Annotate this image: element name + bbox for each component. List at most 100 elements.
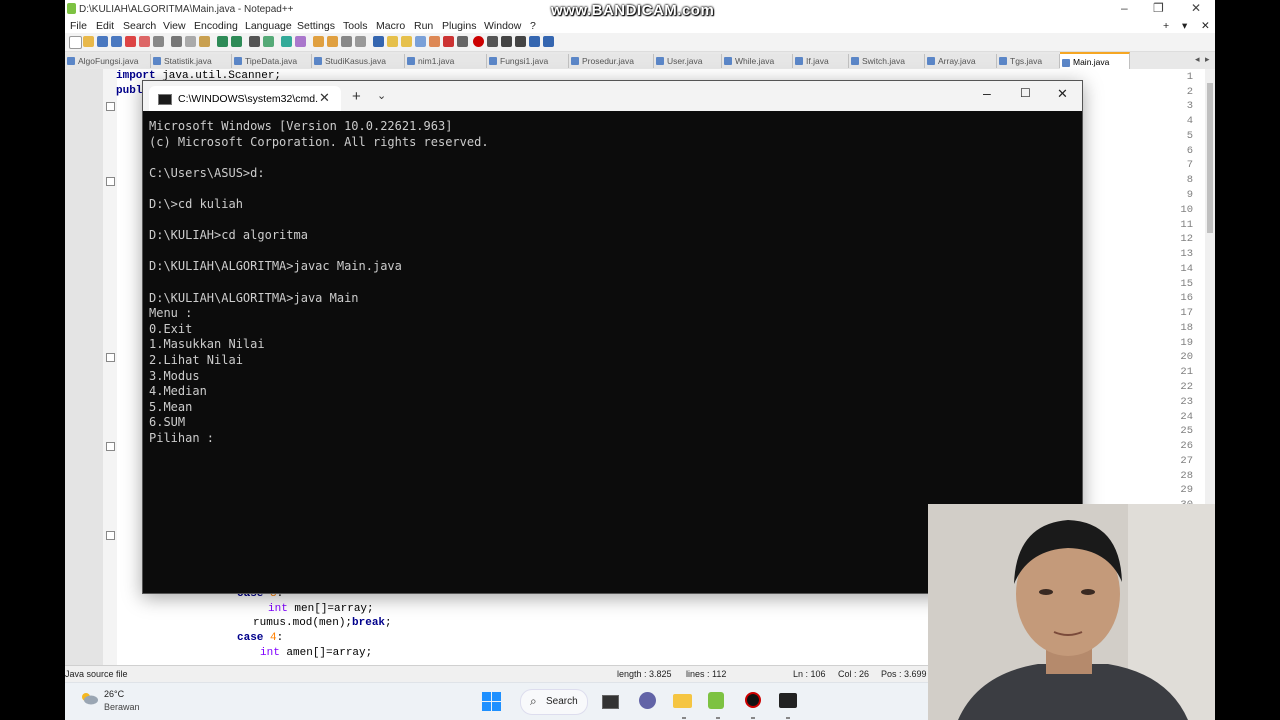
menu-tools[interactable]: Tools [343, 20, 368, 32]
menu-window[interactable]: Window [484, 20, 521, 32]
redo-icon[interactable] [231, 36, 242, 47]
folder-as-workspace-icon[interactable] [429, 36, 440, 47]
close-all-icon[interactable] [139, 36, 150, 47]
file-icon [795, 57, 803, 65]
console-line: D:\KULIAH\ALGORITMA>javac Main.java [149, 259, 402, 274]
close-icon[interactable]: ✕ [1191, 1, 1201, 15]
copy-icon[interactable] [185, 36, 196, 47]
show-all-chars-icon[interactable] [355, 36, 366, 47]
save-icon[interactable] [97, 36, 108, 47]
tab-while[interactable]: While.java [722, 54, 793, 68]
find-icon[interactable] [249, 36, 260, 47]
tab-main[interactable]: Main.java [1060, 52, 1130, 69]
tab-user[interactable]: User.java [654, 54, 722, 68]
save-all-icon[interactable] [111, 36, 122, 47]
tab-nim1[interactable]: nim1.java [405, 54, 487, 68]
save-macro-icon[interactable] [529, 36, 540, 47]
fold-toggle-icon[interactable] [106, 353, 115, 362]
fold-toggle-icon[interactable] [106, 442, 115, 451]
cmd-close-icon[interactable]: ✕ [1057, 86, 1068, 102]
terminal-icon[interactable] [779, 693, 797, 708]
restore-icon[interactable]: ❐ [1153, 1, 1164, 15]
tab-studikasus[interactable]: StudiKasus.java [312, 54, 405, 68]
menu-settings[interactable]: Settings [297, 20, 335, 32]
stop-macro-icon[interactable] [487, 36, 498, 47]
weather-cloud-icon[interactable] [79, 691, 99, 705]
cmd-minimize-icon[interactable]: – [983, 85, 991, 101]
scrollbar-thumb[interactable] [1207, 83, 1213, 233]
tab-tipedata[interactable]: TipeData.java [232, 54, 312, 68]
cut-icon[interactable] [171, 36, 182, 47]
close-doc-icon[interactable]: ✕ [1201, 20, 1210, 32]
line-number: 2 [1186, 86, 1193, 98]
menu-run[interactable]: Run [414, 20, 433, 32]
tab-scroll-left-icon[interactable]: ◂ [1195, 54, 1200, 65]
menu-view[interactable]: View [163, 20, 186, 32]
new-tab-icon[interactable]: + [352, 88, 361, 105]
menu-edit[interactable]: Edit [96, 20, 114, 32]
console-line: 5.Mean [149, 399, 193, 414]
cmd-tab[interactable]: C:\WINDOWS\system32\cmd. ✕ [149, 86, 341, 111]
windows-start-icon[interactable] [482, 692, 501, 711]
tab-fungsi1[interactable]: Fungsi1.java [487, 54, 569, 68]
undo-icon[interactable] [217, 36, 228, 47]
menu-help[interactable]: ? [530, 20, 536, 32]
new-file-icon[interactable] [69, 36, 82, 49]
fold-toggle-icon[interactable] [106, 177, 115, 186]
open-file-icon[interactable] [83, 36, 94, 47]
cmd-maximize-icon[interactable]: ☐ [1020, 86, 1031, 100]
run-icon[interactable] [543, 36, 554, 47]
chevron-down-icon[interactable]: ▾ [1182, 20, 1187, 32]
replace-icon[interactable] [263, 36, 274, 47]
zoom-out-icon[interactable] [295, 36, 306, 47]
close-file-icon[interactable] [125, 36, 136, 47]
console-output[interactable]: Microsoft Windows [Version 10.0.22621.96… [149, 119, 489, 446]
doc-map-icon[interactable] [401, 36, 412, 47]
cmd-title-bar[interactable]: C:\WINDOWS\system32\cmd. ✕ + ⌄ – ☐ ✕ [143, 81, 1082, 111]
play-macro-icon[interactable] [501, 36, 512, 47]
eye-icon[interactable] [457, 36, 468, 47]
tab-prosedur[interactable]: Prosedur.java [569, 54, 654, 68]
menu-plugins[interactable]: Plugins [442, 20, 476, 32]
fold-toggle-icon[interactable] [106, 531, 115, 540]
paste-icon[interactable] [199, 36, 210, 47]
record-macro-icon[interactable] [473, 36, 484, 47]
fold-toggle-icon[interactable] [106, 102, 115, 111]
line-number: 9 [1186, 189, 1193, 201]
console-line: C:\Users\ASUS>d: [149, 165, 265, 180]
menu-search[interactable]: Search [123, 20, 156, 32]
tab-array[interactable]: Array.java [925, 54, 997, 68]
close-tab-icon[interactable]: ✕ [319, 90, 330, 106]
menu-file[interactable]: File [70, 20, 87, 32]
lang-icon[interactable] [387, 36, 398, 47]
function-list-icon[interactable] [415, 36, 426, 47]
menu-language[interactable]: Language [245, 20, 292, 32]
chevron-down-icon[interactable]: ⌄ [377, 89, 386, 102]
sync-v-icon[interactable] [313, 36, 324, 47]
monitoring-icon[interactable] [443, 36, 454, 47]
tab-if[interactable]: If.java [793, 54, 849, 68]
task-view-icon[interactable] [602, 695, 619, 709]
tab-algofungsi[interactable]: AlgoFungsi.java [65, 54, 151, 68]
indent-guide-icon[interactable] [373, 36, 384, 47]
file-explorer-icon[interactable] [673, 694, 692, 708]
play-multiple-icon[interactable] [515, 36, 526, 47]
zoom-in-icon[interactable] [281, 36, 292, 47]
tab-statistik[interactable]: Statistik.java [151, 54, 232, 68]
teams-icon[interactable] [639, 692, 656, 709]
menu-macro[interactable]: Macro [376, 20, 405, 32]
print-icon[interactable] [153, 36, 164, 47]
taskbar-search[interactable]: ⌕ Search [520, 689, 588, 715]
add-icon[interactable]: + [1163, 20, 1169, 32]
tab-tgs[interactable]: Tgs.java [997, 54, 1060, 68]
word-wrap-icon[interactable] [341, 36, 352, 47]
tab-scroll-right-icon[interactable]: ▸ [1205, 54, 1210, 65]
tab-switch[interactable]: Switch.java [849, 54, 925, 68]
bandicam-icon[interactable] [745, 692, 761, 708]
menu-encoding[interactable]: Encoding [194, 20, 238, 32]
line-number: 22 [1180, 381, 1193, 393]
minimize-icon[interactable]: – [1121, 1, 1128, 15]
sync-h-icon[interactable] [327, 36, 338, 47]
notepadpp-taskbar-icon[interactable] [708, 692, 724, 709]
